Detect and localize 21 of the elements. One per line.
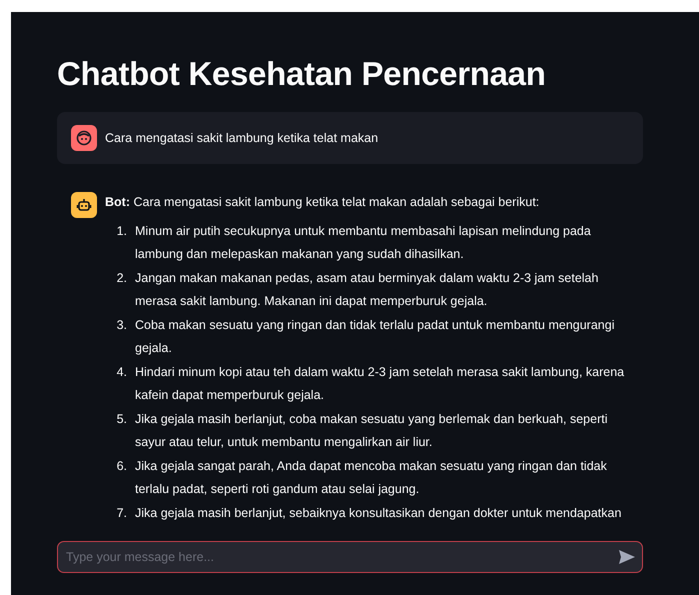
list-item-text: Jika gejala masih berlanjut, sebaiknya konsultasikan dengan dokter untuk mendapatkan [135,505,622,522]
list-item-text: Jangan makan makanan pedas, asam atau berminyak dalam waktu 2-3 jam setelah merasa sakit lambung. Makanan ini dapat memperburuk gejala. [135,270,600,310]
message-text: Cara mengatasi sakit lambung ketika telat makan [105,130,378,147]
robot-avatar-icon [71,192,97,218]
user-avatar-icon [71,125,97,151]
list-number: 4. [116,364,127,381]
list-number: 7. [116,505,127,522]
list-number: 2. [116,270,127,287]
message-text: Bot: Cara mengatasi sakit lambung ketika telat makan adalah sebagai berikut: [105,194,540,211]
list-number: 3. [116,317,127,334]
list-number: 6. [116,458,127,475]
list-item-text: Jika gejala sangat parah, Anda dapat mencoba makan sesuatu yang ringan dan tidak terlalu padat, seperti roti gandum atau selai jagung. [135,458,608,498]
page-title: Chatbot Kesehatan Pencernaan [57,54,547,94]
list-number: 1. [116,223,127,240]
list-number: 5. [116,411,127,428]
list-item-text: Hindari minum kopi atau teh dalam waktu 2-3 jam setelah merasa sakit lambung, karena kafein dapat memperburuk gejala. [135,364,626,404]
send-icon[interactable] [619,550,635,564]
list-item-text: Minum air putih secukupnya untuk membantu membasahi lapisan melindung pada lambung dan melepaskan makanan yang sudah dihasilkan. [135,223,592,263]
message-input[interactable]: Type your message here... [57,541,643,573]
list-item-text: Coba makan sesuatu yang ringan dan tidak terlalu padat untuk membantu mengurangi gejala. [135,317,616,357]
list-item-text: Jika gejala masih berlanjut, coba makan sesuatu yang berlemak dan berkuah, seperti sayur atau telur, untuk membantu mengalirkan air liur. [135,411,608,451]
